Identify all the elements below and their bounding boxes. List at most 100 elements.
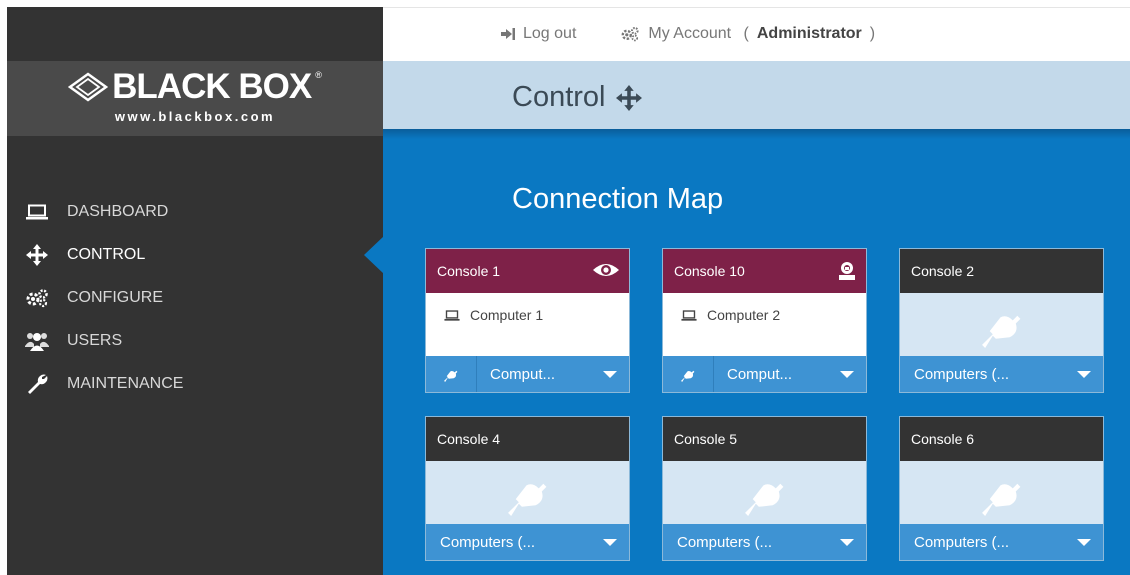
connection-map-heading: Connection Map [512, 183, 724, 215]
sidebar-item-configure[interactable]: CONFIGURE [7, 276, 383, 319]
console-header: Console 5 [663, 417, 866, 461]
console-footer: Computers (... [900, 524, 1103, 560]
console-card[interactable]: Console 4 Computers (... [425, 416, 630, 561]
move-arrows-icon [615, 84, 642, 111]
chevron-down-icon [603, 539, 617, 546]
console-card[interactable]: Console 10 Computer 2 Comput... [662, 248, 867, 393]
account-role: Administrator [756, 25, 862, 42]
chevron-down-icon [1077, 371, 1091, 378]
console-name: Console 2 [911, 263, 975, 279]
account-label: My Account [648, 25, 732, 42]
logout-link[interactable]: Log out [501, 25, 576, 43]
console-header: Console 2 [900, 249, 1103, 293]
console-card[interactable]: Console 6 Computers (... [899, 416, 1104, 561]
console-header: Console 10 [663, 249, 866, 293]
computer-name: Computer 2 [707, 307, 781, 323]
computer-select-value: Comput... [727, 366, 793, 383]
page-title: Control [512, 81, 642, 114]
title-bar: Control [383, 61, 1130, 129]
computer-select-value: Computers (... [914, 534, 1010, 551]
sidebar-item-label: CONTROL [67, 245, 146, 263]
console-body [900, 293, 1103, 357]
chevron-down-icon [840, 539, 854, 546]
plug-icon [507, 483, 546, 516]
console-name: Console 5 [674, 431, 738, 447]
sidebar-item-label: USERS [67, 331, 123, 349]
wrench-icon [25, 374, 49, 394]
console-footer: Computers (... [426, 524, 629, 560]
console-header: Console 6 [900, 417, 1103, 461]
console-footer: Comput... [426, 356, 629, 392]
sidebar-nav: DASHBOARD CONTROL CONFIGURE USERS MAINTE… [7, 190, 384, 405]
account-role-close: ) [869, 25, 876, 42]
laptop-icon [444, 309, 460, 321]
sidebar-item-control[interactable]: CONTROL [7, 233, 384, 276]
logout-label: Log out [523, 25, 577, 42]
console-footer: Computers (... [900, 356, 1103, 392]
chevron-down-icon [603, 371, 617, 378]
computer-select-value: Computers (... [440, 534, 536, 551]
brand-logo[interactable]: BLACK BOX ® www.blackbox.com [7, 67, 383, 124]
console-name: Console 10 [674, 263, 745, 279]
logout-icon [501, 28, 515, 40]
plug-icon [981, 315, 1020, 348]
brand-registered: ® [315, 70, 322, 80]
move-arrows-icon [25, 243, 49, 266]
chevron-down-icon [840, 371, 854, 378]
chevron-down-icon [1077, 539, 1091, 546]
plug-icon [981, 483, 1020, 516]
sidebar-item-label: CONFIGURE [67, 288, 163, 306]
console-name: Console 4 [437, 431, 501, 447]
sidebar-item-dashboard[interactable]: DASHBOARD [7, 190, 383, 233]
console-body [426, 461, 629, 525]
connected-computer[interactable]: Computer 1 [444, 307, 543, 323]
plug-icon [444, 370, 458, 382]
console-body [663, 461, 866, 525]
gears-icon [621, 27, 639, 42]
connected-computer[interactable]: Computer 2 [681, 307, 780, 323]
disconnect-button[interactable] [663, 356, 714, 392]
console-name: Console 1 [437, 263, 501, 279]
header-links: Log out My Account ( Administrator) [501, 25, 875, 43]
diamond-logo-icon [68, 72, 109, 102]
sidebar-item-maintenance[interactable]: MAINTENANCE [7, 362, 383, 405]
users-icon [25, 331, 49, 351]
sidebar: BLACK BOX ® www.blackbox.com DASHBOARD C… [7, 7, 384, 575]
console-name: Console 6 [911, 431, 975, 447]
logo-line: BLACK BOX ® [68, 67, 322, 107]
console-body: Computer 2 [663, 293, 866, 357]
sidebar-item-users[interactable]: USERS [7, 319, 383, 362]
brand-url: www.blackbox.com [114, 109, 276, 124]
app-root: BLACK BOX ® www.blackbox.com DASHBOARD C… [0, 0, 1130, 575]
laptop-icon [25, 202, 49, 222]
console-card[interactable]: Console 2 Computers (... [899, 248, 1104, 393]
computer-select-value: Computers (... [677, 534, 773, 551]
computer-select-dropdown[interactable]: Computers (... [663, 524, 867, 560]
header-shadow [383, 129, 1130, 139]
console-body: Computer 1 [426, 293, 629, 357]
console-header: Console 4 [426, 417, 629, 461]
computer-select-dropdown[interactable]: Computers (... [900, 524, 1104, 560]
computer-name: Computer 1 [470, 307, 544, 323]
active-indicator [364, 235, 384, 274]
account-role-open: ( [739, 25, 749, 42]
sidebar-item-label: DASHBOARD [67, 202, 169, 220]
logo-band: BLACK BOX ® www.blackbox.com [7, 61, 383, 136]
plug-icon [681, 370, 695, 382]
sidebar-item-label: MAINTENANCE [67, 374, 184, 392]
user-lock-icon[interactable] [837, 261, 857, 281]
console-footer: Comput... [663, 356, 866, 392]
computer-select-dropdown[interactable]: Comput... [714, 356, 867, 392]
console-body [900, 461, 1103, 525]
console-card[interactable]: Console 5 Computers (... [662, 416, 867, 561]
computer-select-dropdown[interactable]: Computers (... [900, 356, 1104, 392]
eye-icon[interactable] [592, 261, 620, 279]
computer-select-dropdown[interactable]: Computers (... [426, 524, 630, 560]
console-card[interactable]: Console 1 Computer 1 Comput... [425, 248, 630, 393]
computer-select-dropdown[interactable]: Comput... [477, 356, 630, 392]
disconnect-button[interactable] [426, 356, 477, 392]
brand-name: BLACK BOX [112, 67, 312, 106]
top-header: Log out My Account ( Administrator) [383, 7, 1130, 62]
my-account-link[interactable]: My Account ( Administrator) [620, 25, 875, 43]
laptop-icon [681, 309, 697, 321]
